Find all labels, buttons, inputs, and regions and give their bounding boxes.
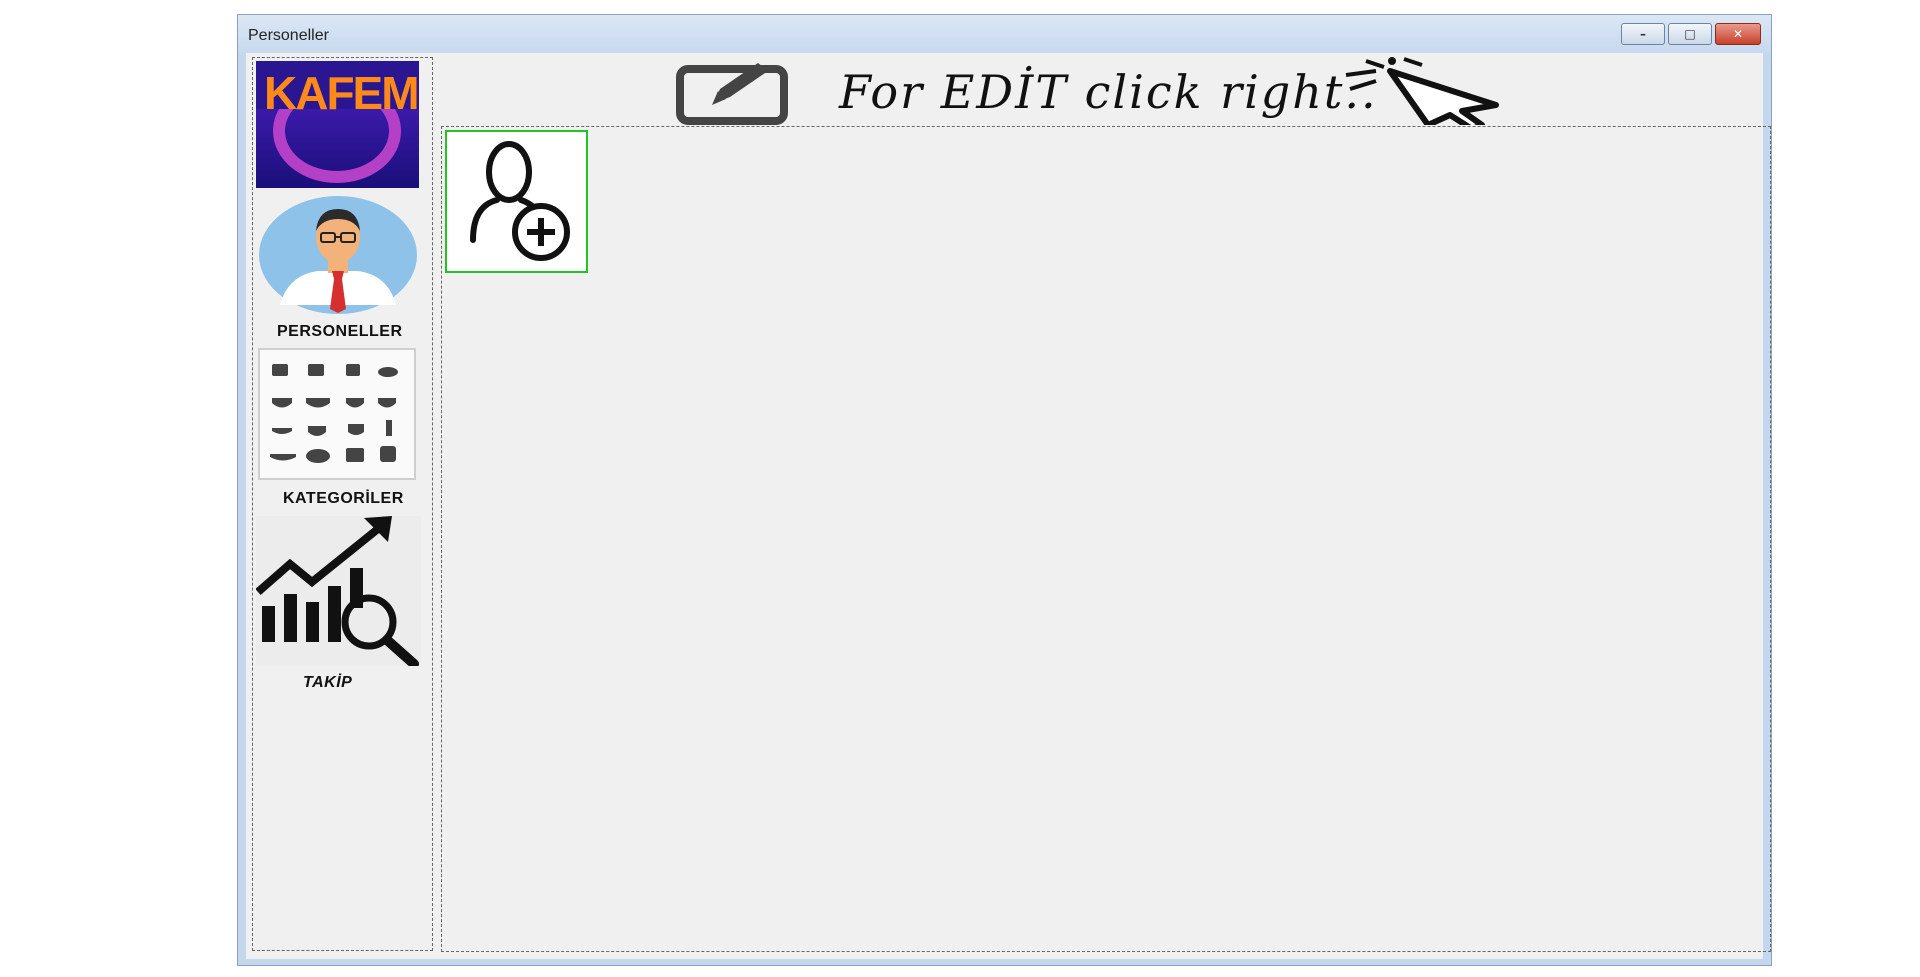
edit-hint-text: For EDİT click right.. bbox=[839, 65, 1378, 119]
coffee-grid-icon bbox=[258, 348, 416, 480]
personnel-panel[interactable] bbox=[441, 126, 1771, 952]
kafem-logo: KAFEM bbox=[256, 61, 419, 188]
edit-hint-banner: For EDİT click right.. bbox=[676, 55, 1506, 125]
person-avatar-icon bbox=[259, 196, 417, 314]
add-personnel-button[interactable] bbox=[445, 130, 588, 273]
sidebar: KAFEM PERSONELLER KATEGORİLER TAKİP bbox=[252, 57, 433, 951]
window-controls: – □ ✕ bbox=[1621, 23, 1761, 45]
minimize-button[interactable]: – bbox=[1621, 23, 1665, 45]
window-title: Personeller bbox=[248, 27, 329, 44]
sidebar-item-takip[interactable]: TAKİP bbox=[253, 516, 434, 696]
sidebar-item-label: TAKİP bbox=[303, 674, 353, 691]
add-user-icon bbox=[470, 141, 570, 261]
logo-text: KAFEM bbox=[264, 67, 418, 119]
personeller-window: Personeller – □ ✕ KAFEM PERSONELLER KATE… bbox=[237, 14, 1772, 966]
chart-magnifier-icon bbox=[256, 516, 421, 666]
sidebar-item-label: PERSONELLER bbox=[277, 323, 403, 340]
sidebar-item-label: KATEGORİLER bbox=[283, 490, 404, 507]
client-area: KAFEM PERSONELLER KATEGORİLER TAKİP For … bbox=[246, 53, 1771, 959]
close-button[interactable]: ✕ bbox=[1715, 23, 1761, 45]
sidebar-item-personeller[interactable]: PERSONELLER bbox=[253, 195, 434, 345]
edit-icon bbox=[676, 63, 788, 125]
maximize-button[interactable]: □ bbox=[1668, 23, 1712, 45]
cursor-click-icon bbox=[1345, 57, 1499, 125]
content-area: For EDİT click right.. bbox=[441, 53, 1771, 959]
title-bar[interactable]: Personeller – □ ✕ bbox=[238, 15, 1771, 53]
sidebar-item-kategoriler[interactable]: KATEGORİLER bbox=[253, 348, 434, 513]
